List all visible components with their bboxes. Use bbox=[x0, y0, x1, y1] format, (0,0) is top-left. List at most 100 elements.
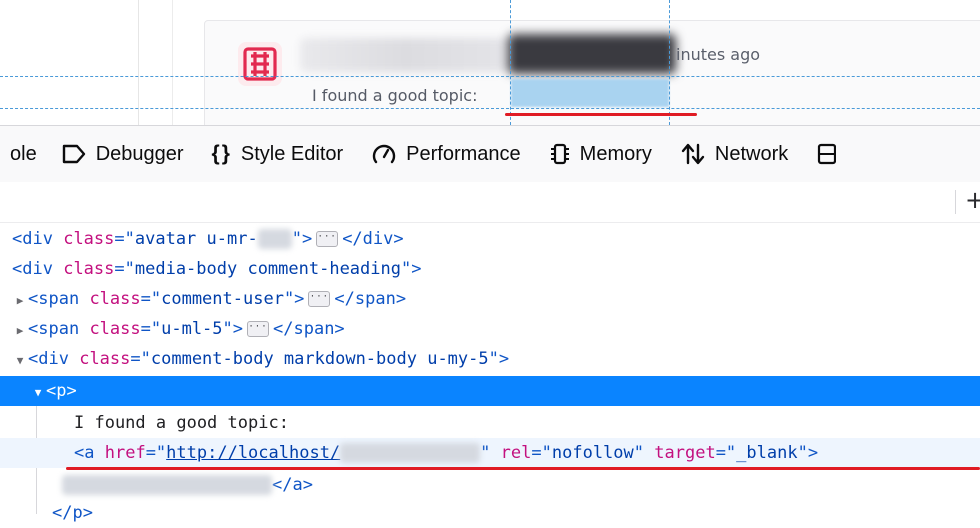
tag-close: "> bbox=[488, 349, 510, 369]
avatar-icon[interactable] bbox=[236, 40, 284, 88]
collapse-triangle-icon[interactable]: ▼ bbox=[12, 346, 28, 376]
tab-label: Performance bbox=[406, 142, 521, 165]
attr-quote: " bbox=[633, 443, 645, 463]
attr-eq: =" bbox=[114, 259, 135, 279]
tag-end: </a> bbox=[272, 475, 313, 495]
tab-label: Network bbox=[714, 142, 789, 165]
tab-network[interactable]: Network bbox=[666, 126, 802, 182]
tab-label: Memory bbox=[579, 142, 652, 165]
redacted-value bbox=[340, 443, 481, 463]
tab-storage[interactable] bbox=[802, 126, 837, 182]
tag-open: <span bbox=[28, 319, 80, 339]
tag-open: <div bbox=[12, 229, 53, 249]
tag-close: "> bbox=[283, 289, 305, 309]
markup-node-comment-user[interactable]: ▶ <span class="comment-user"> ··· </span> bbox=[12, 284, 980, 314]
attr-value: u-ml-5 bbox=[161, 319, 223, 339]
markup-node-media-body[interactable]: <div class="media-body comment-heading"> bbox=[12, 254, 980, 284]
blurred-username-highlight bbox=[508, 34, 676, 74]
tag-end: </span> bbox=[273, 319, 345, 339]
attr-quote: " bbox=[480, 443, 491, 463]
guide-line bbox=[669, 0, 670, 125]
attr-eq: =" bbox=[531, 443, 552, 463]
attr-value: nofollow bbox=[551, 443, 634, 463]
attr-eq: =" bbox=[140, 319, 162, 339]
memory-chip-icon bbox=[550, 143, 569, 165]
markup-text-node[interactable]: I found a good topic: bbox=[74, 408, 980, 438]
markup-node-a-end[interactable]: </a> bbox=[62, 470, 980, 500]
tag-open: <div bbox=[12, 259, 53, 279]
tag-open: <span bbox=[28, 289, 80, 309]
divider bbox=[138, 0, 139, 125]
highlighted-link-box bbox=[511, 79, 669, 107]
tag-end: </span> bbox=[334, 289, 407, 309]
attr-eq: =" bbox=[130, 349, 151, 369]
tag-close: "> bbox=[291, 229, 313, 249]
markup-node-comment-body[interactable]: ▼ <div class="comment-body markdown-body … bbox=[12, 344, 980, 374]
tab-console[interactable]: ole bbox=[0, 126, 47, 182]
markup-node-avatar[interactable]: <div class="avatar u-mr- "> ··· </div> bbox=[12, 224, 980, 254]
collapse-triangle-icon[interactable]: ▼ bbox=[30, 378, 46, 408]
comment-time: inutes ago bbox=[676, 45, 761, 64]
attr-name: rel bbox=[500, 443, 532, 463]
collapsed-content-button[interactable]: ··· bbox=[247, 321, 270, 337]
tab-debugger[interactable]: Debugger bbox=[47, 126, 198, 182]
expand-triangle-icon[interactable]: ▶ bbox=[12, 286, 28, 316]
tag-close: "> bbox=[400, 259, 422, 279]
divider bbox=[172, 0, 173, 125]
tag-close: "> bbox=[222, 319, 244, 339]
guide-line bbox=[510, 0, 511, 125]
markup-tree: <div class="avatar u-mr- "> ··· </div> <div… bbox=[0, 222, 980, 524]
attr-name: class bbox=[63, 229, 115, 249]
braces-icon: {} bbox=[211, 142, 232, 165]
blurred-username bbox=[300, 38, 510, 72]
attr-value: comment-user bbox=[161, 289, 284, 309]
href-link[interactable]: http://localhost/ bbox=[166, 443, 340, 463]
expand-triangle-icon[interactable]: ▶ bbox=[12, 316, 28, 346]
tag-close: "> bbox=[797, 443, 819, 463]
tab-style-editor[interactable]: {} Style Editor bbox=[198, 126, 358, 182]
storage-icon bbox=[818, 143, 837, 165]
attr-name: target bbox=[654, 443, 716, 463]
attr-eq: =" bbox=[715, 443, 737, 463]
devtools-toolbar: ole Debugger {} Style Editor Performance… bbox=[0, 125, 980, 183]
attr-value: _blank bbox=[736, 443, 798, 463]
tag-open: <a bbox=[74, 443, 95, 463]
text-content: I found a good topic: bbox=[74, 413, 289, 433]
redacted-value bbox=[257, 229, 292, 249]
attr-value: media-body comment-heading bbox=[134, 259, 401, 279]
collapsed-content-button[interactable]: ··· bbox=[316, 231, 339, 247]
arrows-updown-icon bbox=[681, 143, 705, 165]
debugger-icon bbox=[62, 144, 85, 164]
attr-value: comment-body markdown-body u-my-5 bbox=[150, 349, 489, 369]
tag-end: </div> bbox=[342, 229, 404, 249]
gauge-icon bbox=[373, 144, 396, 164]
red-annotation-underline bbox=[505, 113, 697, 116]
tag-open: <div bbox=[28, 349, 69, 369]
tag-open: <p> bbox=[46, 381, 77, 401]
attr-eq: =" bbox=[145, 443, 167, 463]
attr-name: class bbox=[89, 289, 141, 309]
page-preview: inutes ago I found a good topic: bbox=[0, 0, 980, 125]
attr-eq: =" bbox=[114, 229, 135, 249]
add-node-button[interactable]: + bbox=[965, 186, 980, 214]
collapsed-content-button[interactable]: ··· bbox=[308, 291, 331, 307]
tag-end: </p> bbox=[52, 503, 93, 523]
divider bbox=[955, 190, 956, 214]
tab-label: ole bbox=[10, 142, 37, 165]
attr-name: class bbox=[79, 349, 131, 369]
attr-eq: =" bbox=[140, 289, 162, 309]
tab-label: Style Editor bbox=[240, 142, 344, 165]
markup-node-u-ml-5[interactable]: ▶ <span class="u-ml-5"> ··· </span> bbox=[12, 314, 980, 344]
markup-node-p-selected[interactable]: ▼ <p> bbox=[0, 376, 980, 406]
tab-performance[interactable]: Performance bbox=[357, 126, 535, 182]
tab-memory[interactable]: Memory bbox=[535, 126, 666, 182]
attr-name: class bbox=[63, 259, 115, 279]
redacted-link-text bbox=[62, 475, 272, 495]
markup-node-a[interactable]: <a href="http://localhost/" rel="nofollo… bbox=[0, 438, 980, 468]
attr-name: class bbox=[89, 319, 141, 339]
attr-value: avatar u-mr- bbox=[134, 229, 258, 249]
tab-label: Debugger bbox=[95, 142, 184, 165]
comment-text: I found a good topic: bbox=[312, 86, 478, 105]
inspector-searchbar: + bbox=[0, 182, 980, 223]
guide-line bbox=[0, 108, 980, 109]
